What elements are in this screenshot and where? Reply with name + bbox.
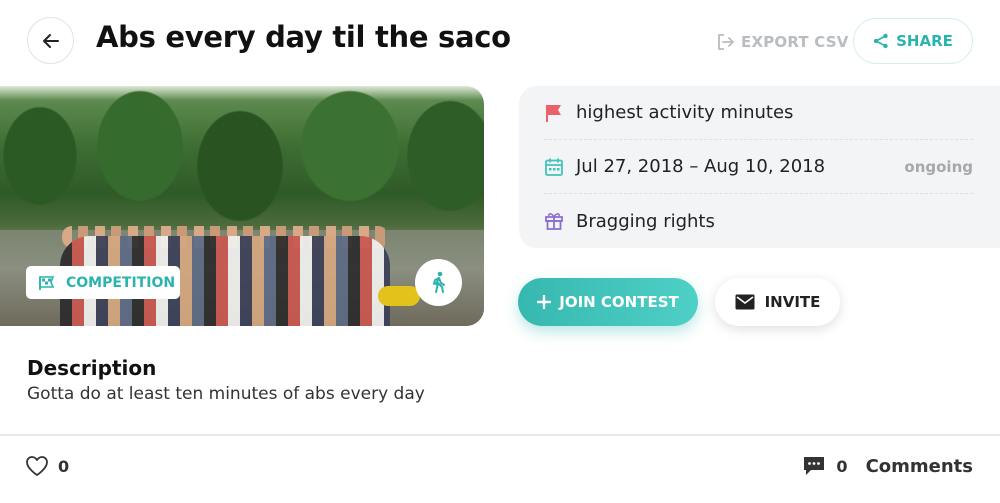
export-csv-button[interactable]: EXPORT CSV bbox=[717, 30, 849, 54]
description-text: Gotta do at least ten minutes of abs eve… bbox=[27, 384, 425, 404]
goal-row: highest activity minutes bbox=[544, 86, 973, 140]
walking-icon bbox=[432, 271, 445, 293]
prize-row: Bragging rights bbox=[544, 194, 973, 248]
comment-icon bbox=[804, 457, 825, 475]
photo-raft bbox=[378, 286, 420, 306]
prize-text: Bragging rights bbox=[576, 210, 715, 232]
competition-badge-label: COMPETITION bbox=[66, 274, 176, 291]
page-title: Abs every day til the saco bbox=[96, 20, 511, 54]
arrow-left-icon bbox=[42, 33, 59, 48]
plus-icon bbox=[537, 295, 552, 309]
contest-info-card: highest activity minutes Jul 27, 2018 – … bbox=[519, 86, 1000, 248]
date-range: Jul 27, 2018 – Aug 10, 2018 bbox=[576, 156, 826, 177]
share-button[interactable]: SHARE bbox=[853, 18, 973, 64]
invite-button[interactable]: INVITE bbox=[715, 278, 840, 326]
likes-count: 0 bbox=[58, 456, 70, 476]
join-contest-button[interactable]: JOIN CONTEST bbox=[518, 278, 698, 326]
invite-label: INVITE bbox=[764, 293, 821, 311]
goal-text: highest activity minutes bbox=[576, 102, 794, 123]
status-badge: ongoing bbox=[904, 157, 973, 176]
competition-badge: COMPETITION bbox=[26, 266, 180, 299]
dates-row: Jul 27, 2018 – Aug 10, 2018 ongoing bbox=[544, 140, 973, 194]
share-icon bbox=[873, 33, 888, 49]
export-csv-label: EXPORT CSV bbox=[741, 33, 849, 51]
calendar-icon bbox=[545, 158, 563, 176]
envelope-icon bbox=[735, 294, 755, 310]
photo-trees bbox=[0, 86, 484, 235]
join-contest-label: JOIN CONTEST bbox=[559, 293, 679, 311]
export-icon bbox=[718, 34, 734, 50]
gift-icon bbox=[545, 213, 563, 230]
share-label: SHARE bbox=[896, 32, 953, 50]
back-button[interactable] bbox=[27, 17, 74, 64]
comments-label: Comments bbox=[865, 455, 973, 477]
divider bbox=[0, 434, 1000, 436]
flag-icon bbox=[546, 104, 561, 122]
checkered-flag-icon bbox=[39, 275, 55, 290]
heart-icon bbox=[26, 456, 48, 476]
activity-type-button[interactable] bbox=[415, 259, 462, 306]
description-heading: Description bbox=[27, 356, 157, 380]
like-button[interactable]: 0 bbox=[25, 455, 69, 477]
comments-count: 0 bbox=[836, 456, 848, 476]
comments-button[interactable]: 0 Comments bbox=[802, 455, 973, 477]
